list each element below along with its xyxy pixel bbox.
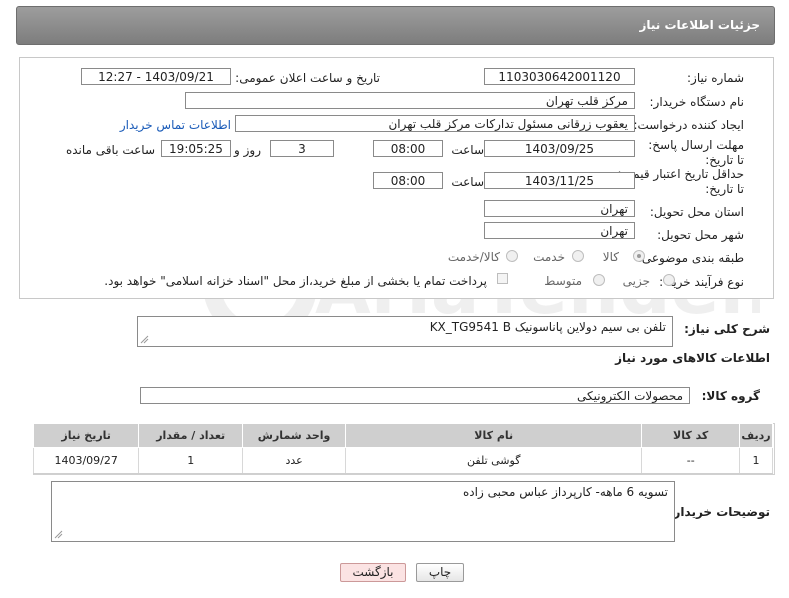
province-label: استان محل تحویل: [649, 205, 744, 219]
summary-field: تلفن بی سیم دولاین پاناسونیک KX_TG9541 B [137, 316, 673, 347]
table-row: 1 -- گوشی تلفن عدد 1 1403/09/27 [32, 447, 773, 474]
price-date-field: 1403/11/25 [484, 172, 635, 189]
table-header-row: ردیف کد کالا نام کالا واحد شمارش تعداد /… [32, 423, 773, 448]
col-header-row-number: ردیف [739, 423, 773, 448]
reply-deadline-label: مهلت ارسال پاسخ: تا تاریخ: [648, 138, 744, 167]
items-table: ردیف کد کالا نام کالا واحد شمارش تعداد /… [32, 423, 773, 474]
creator-label: ایجاد کننده درخواست: [633, 118, 744, 132]
buyer-org-label: نام دستگاه خریدار: [649, 95, 745, 109]
category-option-service: خدمت [533, 250, 565, 264]
resize-grip-icon [140, 335, 149, 344]
city-field: تهران [484, 222, 635, 239]
buyer-notes-label: توضیحات خریدار: [668, 505, 770, 519]
price-time-label: ساعت [451, 175, 484, 189]
cell-quantity: 1 [138, 447, 244, 474]
page-header: جزئیات اطلاعات نیاز [16, 6, 775, 45]
price-time-field: 08:00 [373, 172, 443, 189]
process-radio-minor[interactable] [663, 274, 675, 286]
treasury-payment-checkbox[interactable] [497, 273, 508, 284]
announce-field: 1403/09/21 - 12:27 [81, 68, 231, 85]
col-header-date: تاریخ نیاز [32, 423, 140, 448]
col-header-quantity: تعداد / مقدار [138, 423, 244, 448]
back-button[interactable]: بازگشت [340, 563, 406, 582]
buyer-notes-field: تسویه 6 ماهه- کارپرداز عباس محبی زاده [51, 481, 675, 542]
goods-info-title: اطلاعات کالاهای مورد نیاز [615, 351, 770, 365]
need-number-field: 1103030642001120 [484, 68, 635, 85]
summary-text: تلفن بی سیم دولاین پاناسونیک KX_TG9541 B [429, 320, 666, 334]
col-header-code: کد کالا [641, 423, 741, 448]
days-field: 3 [270, 140, 334, 157]
need-number-label: شماره نیاز: [687, 71, 744, 85]
announce-label: تاریخ و ساعت اعلان عمومی: [235, 71, 380, 85]
category-radio-service[interactable] [572, 250, 584, 262]
category-radio-goods-service[interactable] [506, 250, 518, 262]
cell-date: 1403/09/27 [32, 447, 140, 474]
category-option-goods: کالا [602, 250, 619, 264]
summary-label: شرح کلی نیاز: [684, 322, 770, 336]
cell-code: -- [641, 447, 741, 474]
buyer-contact-link[interactable]: اطلاعات تماس خریدار [120, 118, 231, 132]
buyer-org-field: مرکز قلب تهران [185, 92, 635, 109]
remaining-time-field: 19:05:25 [161, 140, 231, 157]
category-label: طبقه بندی موضوعی: [637, 251, 744, 265]
col-header-unit: واحد شمارش [242, 423, 347, 448]
buyer-notes-text: تسویه 6 ماهه- کارپرداز عباس محبی زاده [463, 485, 668, 499]
col-header-name: نام کالا [345, 423, 643, 448]
goods-group-label: گروه کالا: [701, 389, 760, 403]
province-field: تهران [484, 200, 635, 217]
category-radio-goods[interactable] [633, 250, 645, 262]
process-radio-medium[interactable] [593, 274, 605, 286]
reply-date-field: 1403/09/25 [484, 140, 635, 157]
creator-field: یعقوب زرقانی مسئول تدارکات مرکز قلب تهرا… [235, 115, 635, 132]
city-label: شهر محل تحویل: [657, 228, 744, 242]
resize-grip-icon [54, 530, 63, 539]
process-option-medium: متوسط [544, 274, 582, 288]
page-title: جزئیات اطلاعات نیاز [639, 18, 760, 32]
print-button[interactable]: چاپ [416, 563, 464, 582]
remaining-label: ساعت باقی مانده [65, 143, 155, 157]
category-option-goods-service: کالا/خدمت [447, 250, 500, 264]
reply-time-field: 08:00 [373, 140, 443, 157]
cell-unit: عدد [242, 447, 347, 474]
process-option-minor: جزیی [622, 274, 650, 288]
goods-group-field: محصولات الکترونیکی [140, 387, 690, 404]
reply-time-label: ساعت [451, 143, 484, 157]
day-and-label: روز و [234, 143, 261, 157]
treasury-payment-note: پرداخت تمام یا بخشی از مبلغ خرید،از محل … [104, 274, 487, 288]
cell-name: گوشی تلفن [345, 447, 643, 474]
cell-row-number: 1 [739, 447, 773, 474]
